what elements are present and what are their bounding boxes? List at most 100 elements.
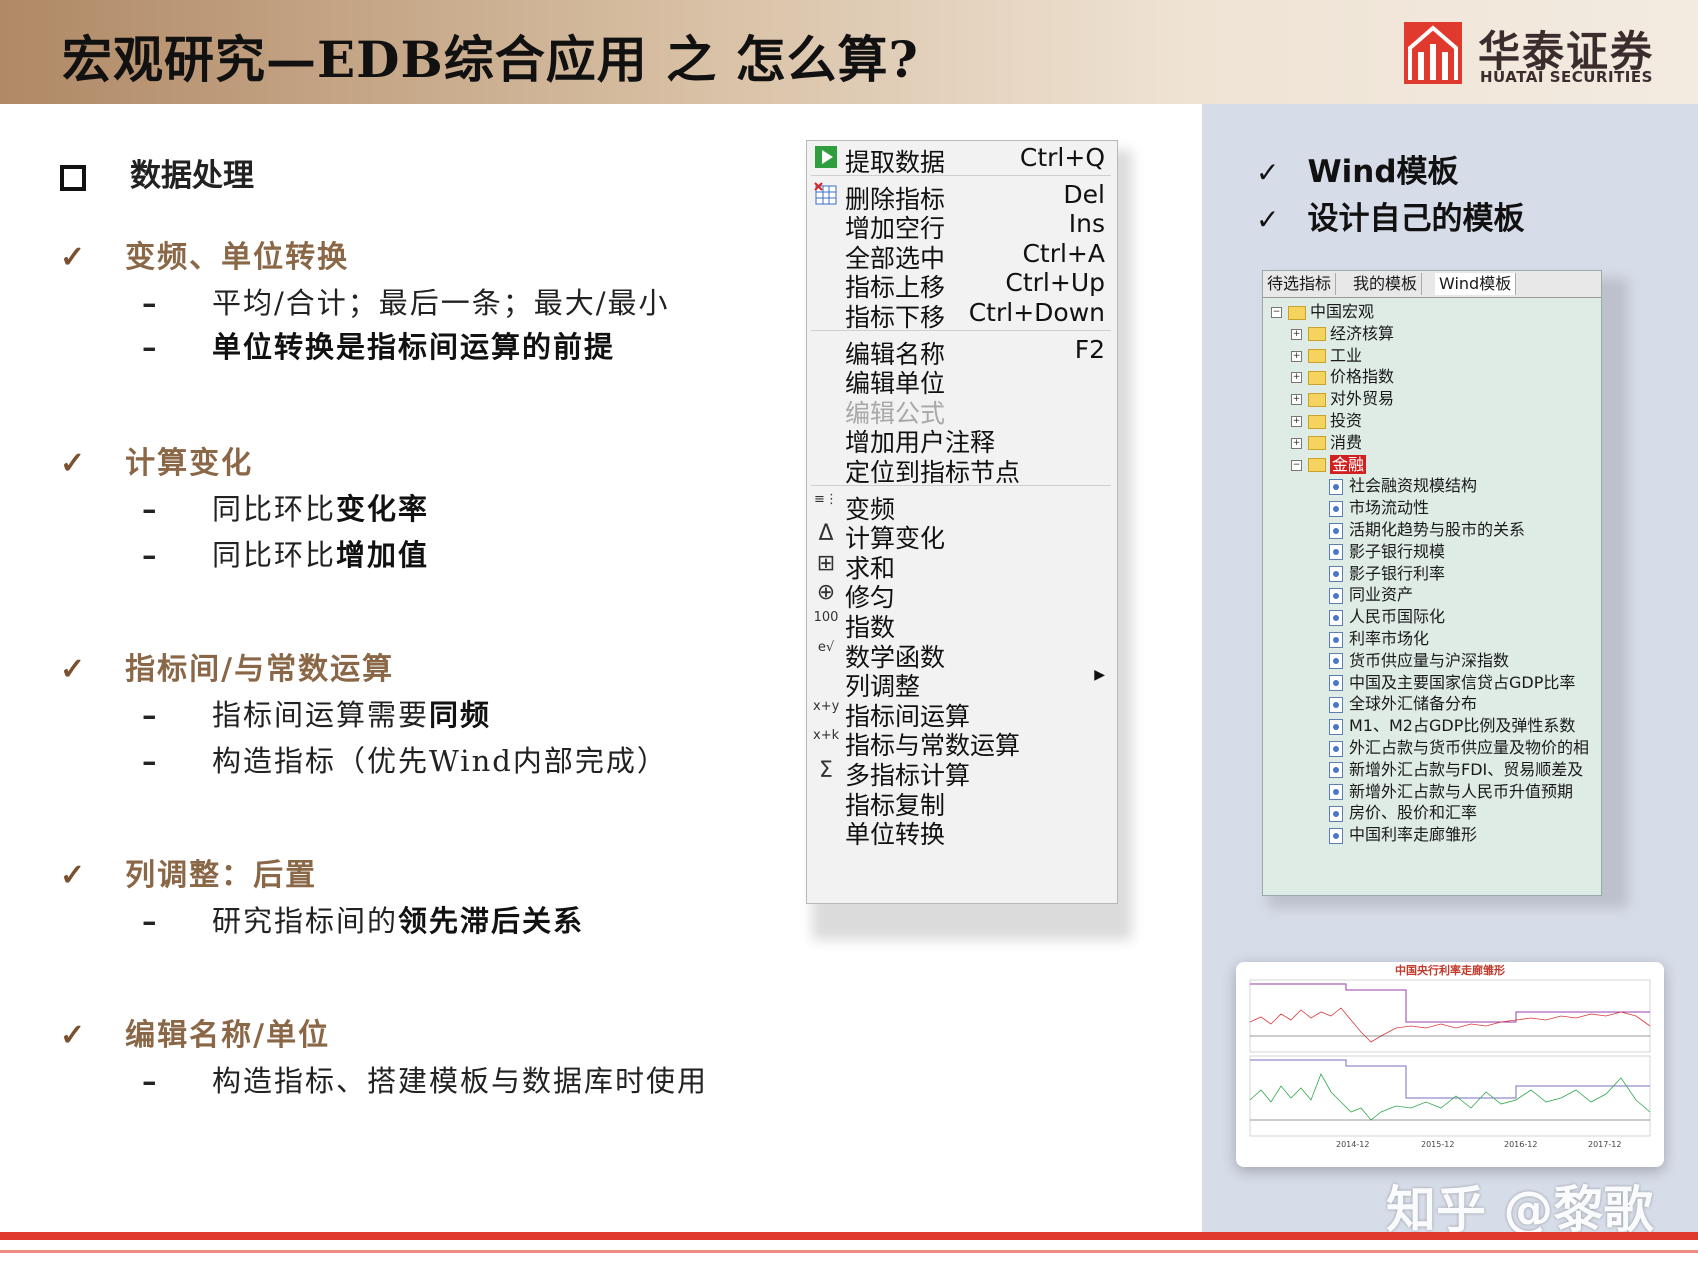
menu-item[interactable]: 100 指数 bbox=[807, 608, 1117, 642]
sub-item: – 研究指标间的领先滞后关系 bbox=[142, 904, 585, 938]
submenu-arrow-icon: ▶ bbox=[1094, 667, 1105, 684]
tree-folder-node[interactable]: + 经济核算 bbox=[1291, 323, 1394, 345]
tab-my-templates[interactable]: 我的模板 bbox=[1349, 273, 1423, 295]
tree-folder-node[interactable]: + 价格指数 bbox=[1291, 366, 1394, 388]
menu-item[interactable]: 编辑单位 bbox=[807, 364, 1117, 398]
expand-icon[interactable]: + bbox=[1291, 394, 1302, 406]
menu-item[interactable]: Δ 计算变化 bbox=[807, 519, 1117, 553]
tree-leaf-node[interactable]: 中国利率走廊雏形 bbox=[1329, 824, 1477, 846]
sub-item-bold-text: 变化率 bbox=[336, 492, 430, 526]
tree-leaf-node[interactable]: 新增外汇占款与FDI、贸易顺差及 bbox=[1329, 759, 1583, 781]
tab-candidate-indicators[interactable]: 待选指标 bbox=[1263, 273, 1337, 295]
template-doc-icon bbox=[1329, 740, 1343, 757]
tree-leaf-node[interactable]: 人民币国际化 bbox=[1329, 606, 1445, 628]
tree-folder-node[interactable]: + 投资 bbox=[1291, 410, 1362, 432]
menu-item-shortcut: F2 bbox=[1074, 334, 1105, 364]
checkmark-icon: ✓ bbox=[60, 240, 88, 275]
collapse-icon[interactable]: − bbox=[1291, 459, 1302, 471]
tree-leaf-node[interactable]: 房价、股价和汇率 bbox=[1329, 802, 1477, 824]
x-tick-label: 2014-12 bbox=[1336, 1140, 1370, 1149]
tree-leaf-node[interactable]: 中国及主要国家信贷占GDP比率 bbox=[1329, 672, 1575, 694]
menu-item[interactable]: ≡⋮ 变频 bbox=[807, 490, 1117, 524]
topic-heading: ✓ 列调整：后置 bbox=[60, 850, 317, 894]
tree-leaf-label: 同业资产 bbox=[1349, 585, 1414, 605]
tree-leaf-node[interactable]: 市场流动性 bbox=[1329, 497, 1429, 519]
tree-leaf-label: 货币供应量与沪深指数 bbox=[1349, 650, 1510, 670]
tree-folder-node-selected[interactable]: − 金融 bbox=[1291, 454, 1367, 476]
lower-plot-frame bbox=[1249, 1055, 1651, 1137]
tree-folder-node[interactable]: + 对外贸易 bbox=[1291, 388, 1394, 410]
menu-item[interactable]: 删除指标 Del bbox=[807, 180, 1117, 214]
menu-item[interactable]: e√ 数学函数 bbox=[807, 638, 1117, 672]
sub-item-text: 平均/合计；最后一条；最大/最小 bbox=[212, 286, 670, 320]
tree-leaf-node[interactable]: 同业资产 bbox=[1329, 584, 1413, 606]
expand-icon[interactable]: + bbox=[1291, 416, 1302, 427]
expand-icon[interactable]: + bbox=[1291, 328, 1302, 340]
wind-template-tree-window: 待选指标 我的模板 Wind模板 − 中国宏观 + 经济核算 + 工业 + 价格指数 + 对外贸易… bbox=[1262, 270, 1602, 896]
menu-separator bbox=[811, 329, 1111, 331]
folder-icon bbox=[1308, 414, 1326, 429]
template-doc-icon bbox=[1329, 696, 1343, 713]
tree-folder-label: 对外贸易 bbox=[1330, 389, 1395, 409]
collapse-icon[interactable]: − bbox=[1271, 307, 1282, 318]
menu-item[interactable]: 指标上移 Ctrl+Up bbox=[807, 268, 1117, 302]
tree-leaf-node[interactable]: 新增外汇占款与人民币升值预期 bbox=[1329, 781, 1573, 803]
tree-folder-node[interactable]: + 消费 bbox=[1291, 432, 1362, 454]
template-doc-icon bbox=[1329, 675, 1343, 692]
menu-item[interactable]: 增加空行 Ins bbox=[807, 209, 1117, 243]
menu-item[interactable]: 编辑名称 F2 bbox=[807, 334, 1117, 369]
tab-wind-templates[interactable]: Wind模板 bbox=[1435, 273, 1517, 295]
tree-leaf-node[interactable]: 全球外汇储备分布 bbox=[1329, 693, 1477, 715]
topic-heading: ✓ 变频、单位转换 bbox=[60, 232, 349, 276]
section-heading: 数据处理 bbox=[60, 150, 254, 195]
expand-icon[interactable]: + bbox=[1291, 437, 1302, 449]
folder-open-icon bbox=[1288, 305, 1306, 320]
menu-item-label: 单位转换 bbox=[845, 820, 946, 850]
tree-leaf-node[interactable]: 影子银行规模 bbox=[1329, 541, 1445, 563]
topic-text: 变频、单位转换 bbox=[125, 240, 350, 275]
folder-icon bbox=[1308, 436, 1326, 451]
menu-item[interactable]: ⊕ 修匀 bbox=[807, 578, 1117, 612]
play-icon bbox=[813, 145, 839, 171]
topic-heading: ✓ 指标间/与常数运算 bbox=[60, 644, 394, 688]
menu-item[interactable]: 定位到指标节点 bbox=[807, 453, 1117, 487]
tree-leaf-node[interactable]: 影子银行利率 bbox=[1329, 563, 1445, 585]
menu-separator bbox=[811, 174, 1111, 176]
tree-leaf-node[interactable]: M1、M2占GDP比例及弹性系数 bbox=[1329, 715, 1575, 737]
tree-leaf-node[interactable]: 社会融资规模结构 bbox=[1329, 475, 1477, 497]
delta-icon: Δ bbox=[818, 521, 834, 547]
menu-item[interactable]: x+y 指标间运算 bbox=[807, 697, 1117, 731]
topic-heading: ✓ 计算变化 bbox=[60, 438, 253, 482]
menu-item[interactable]: ⊞ 求和 bbox=[807, 549, 1117, 583]
topic-text: 列调整：后置 bbox=[125, 858, 318, 893]
delete-table-icon bbox=[813, 181, 839, 208]
menu-item[interactable]: 指标复制 bbox=[807, 786, 1117, 820]
expand-icon[interactable]: + bbox=[1291, 372, 1302, 384]
frequency-icon: ≡⋮ bbox=[814, 491, 838, 507]
menu-item[interactable]: 单位转换 bbox=[807, 815, 1117, 849]
menu-item[interactable]: 提取数据 Ctrl+Q bbox=[807, 143, 1117, 177]
menu-item[interactable]: 全部选中 Ctrl+A bbox=[807, 239, 1117, 273]
tree-folder-node[interactable]: + 工业 bbox=[1291, 345, 1362, 367]
sub-item: – 平均/合计；最后一条；最大/最小 bbox=[142, 286, 670, 320]
tree-root-node[interactable]: − 中国宏观 bbox=[1271, 301, 1374, 323]
menu-item[interactable]: 增加用户注释 bbox=[807, 423, 1117, 457]
menu-item[interactable]: 指标下移 Ctrl+Down bbox=[807, 298, 1117, 332]
sub-item-text: 同比环比 bbox=[212, 538, 337, 572]
menu-item[interactable]: 列调整 ▶ bbox=[807, 667, 1117, 701]
x-tick-label: 2015-12 bbox=[1421, 1140, 1455, 1149]
sub-item-text: 同比环比 bbox=[212, 492, 337, 526]
tree-folder-label: 金融 bbox=[1330, 454, 1367, 474]
tree-leaf-node[interactable]: 货币供应量与沪深指数 bbox=[1329, 650, 1509, 672]
menu-item[interactable]: x+k 指标与常数运算 bbox=[807, 726, 1117, 760]
menu-item[interactable]: Σ 多指标计算 bbox=[807, 756, 1117, 790]
tree-leaf-node[interactable]: 外汇占款与货币供应量及物价的相 bbox=[1329, 737, 1589, 759]
tree-leaf-label: 中国利率走廊雏形 bbox=[1349, 825, 1478, 845]
menu-item-label: 定位到指标节点 bbox=[845, 458, 1021, 487]
tree-leaf-label: M1、M2占GDP比例及弹性系数 bbox=[1349, 716, 1576, 736]
tree-leaf-node[interactable]: 利率市场化 bbox=[1329, 628, 1429, 650]
checkmark-icon: ✓ bbox=[60, 858, 88, 893]
expand-icon[interactable]: + bbox=[1291, 350, 1302, 362]
lower-purple-line bbox=[1250, 1059, 1650, 1099]
tree-leaf-node[interactable]: 活期化趋势与股市的关系 bbox=[1329, 519, 1525, 541]
